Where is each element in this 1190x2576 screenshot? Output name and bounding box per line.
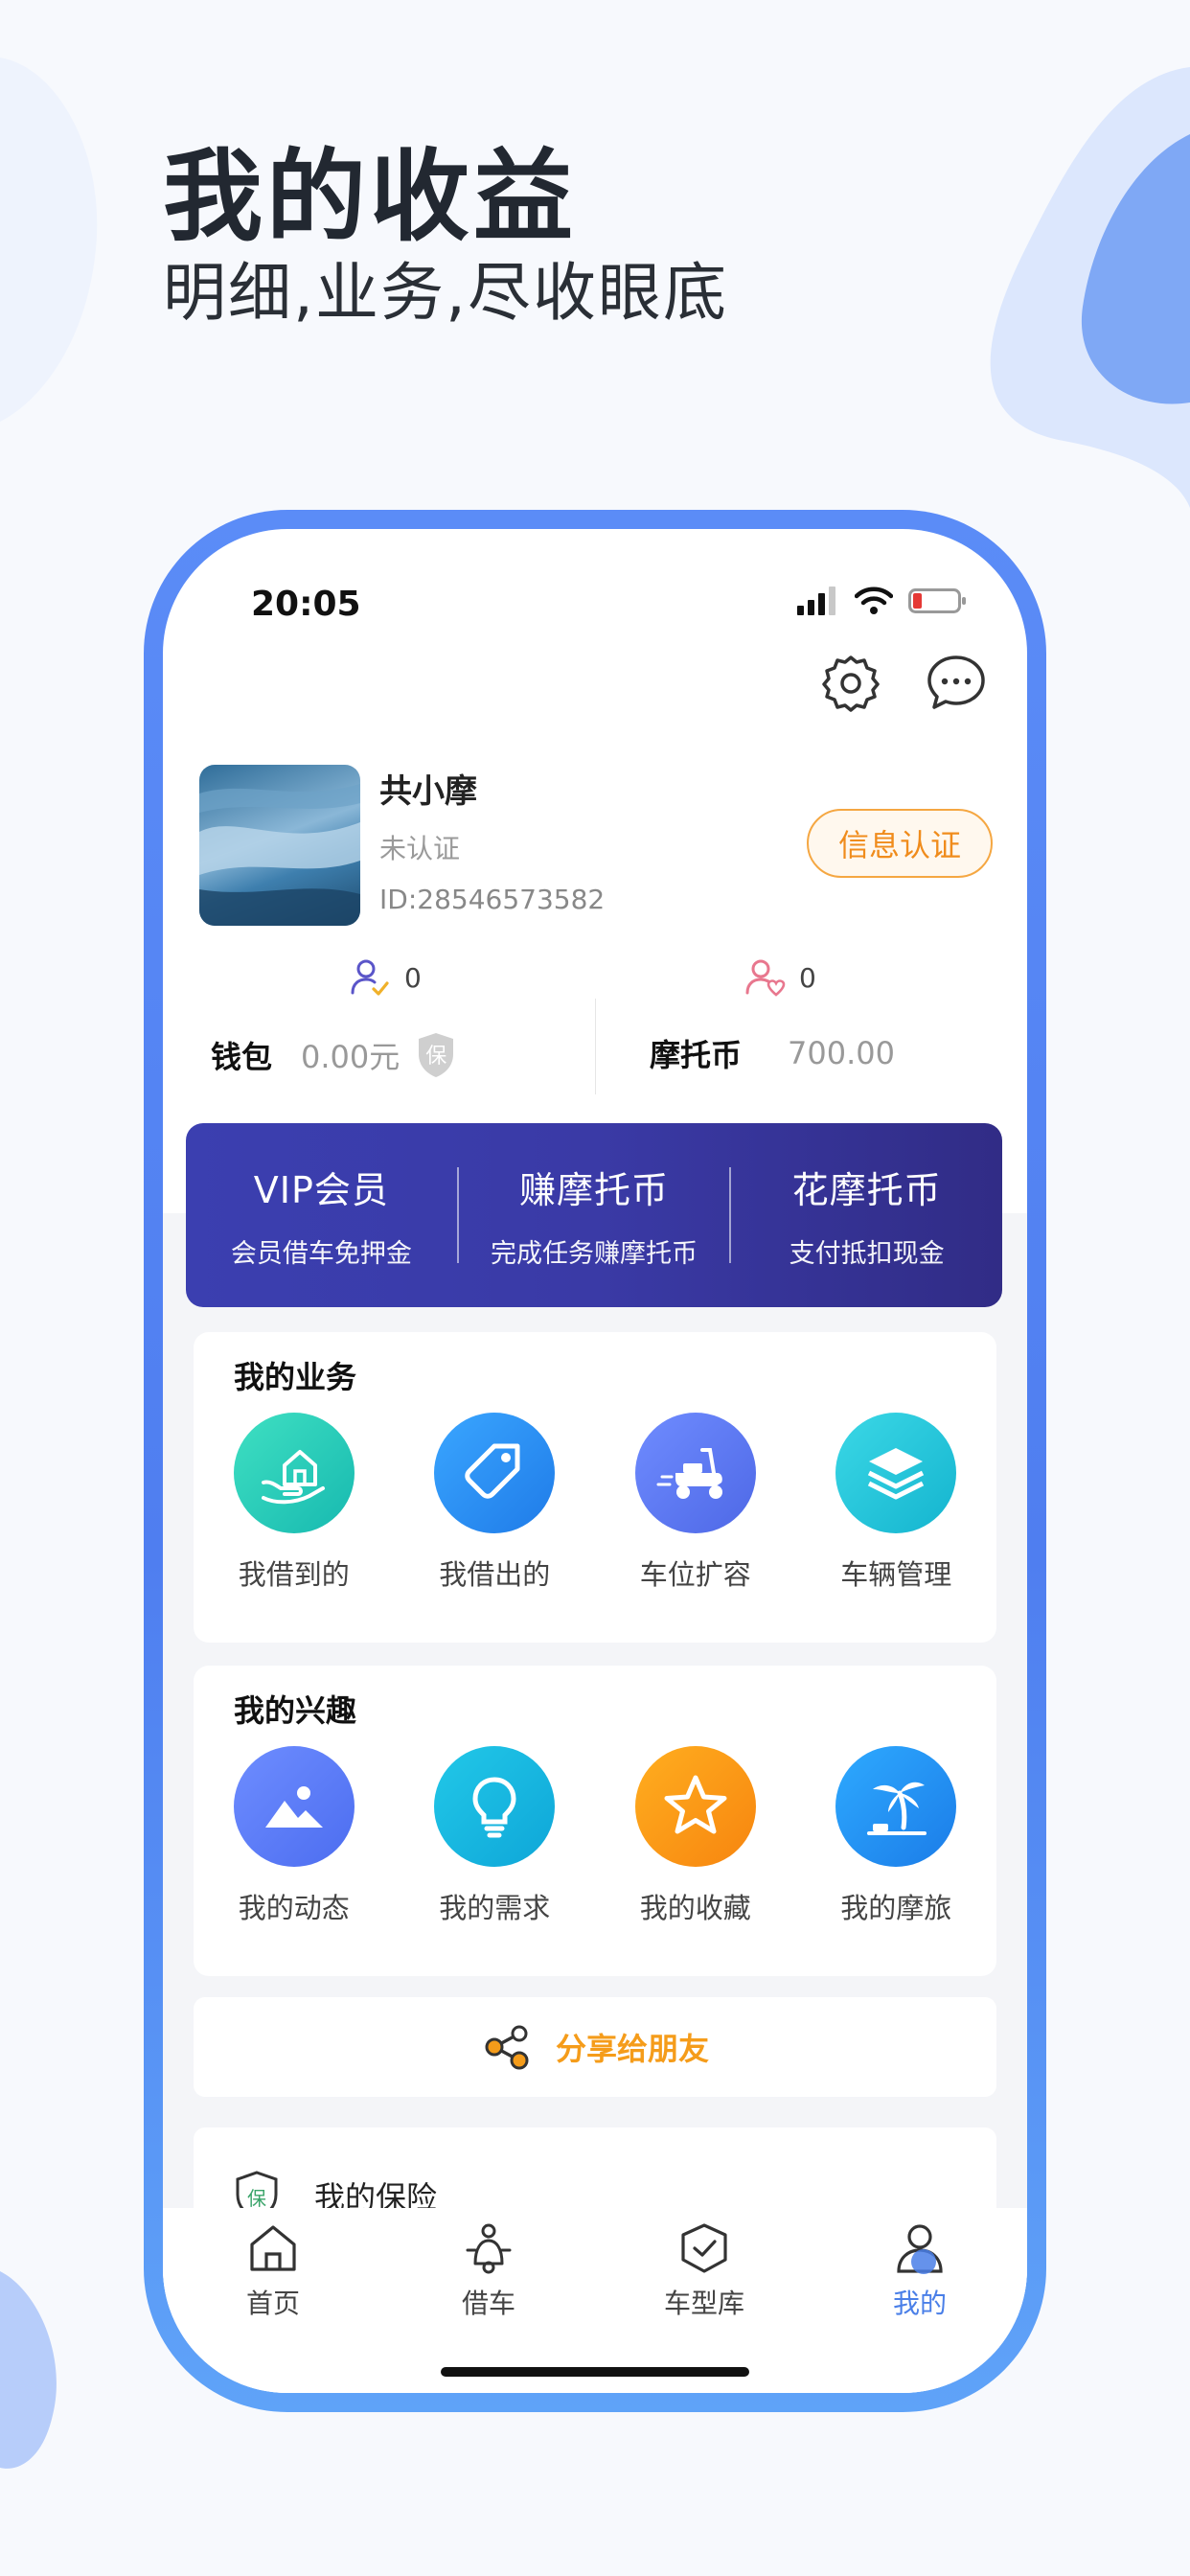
decor-blob-bottom-left bbox=[0, 2271, 57, 2469]
my-needs-item[interactable]: 我的需求 bbox=[395, 1746, 596, 1926]
image-icon bbox=[233, 1746, 355, 1867]
borrowed-label: 我借到的 bbox=[238, 1558, 350, 1591]
home-indicator bbox=[441, 2367, 749, 2377]
lent-out-item[interactable]: 我借出的 bbox=[395, 1413, 596, 1593]
business-card: 我的业务 我借到的 我借出的 车位扩容 车辆管理 bbox=[194, 1332, 996, 1643]
tab-mine[interactable]: 我的 bbox=[862, 2221, 977, 2321]
user-name: 共小摩 bbox=[379, 772, 477, 811]
user-check-icon bbox=[351, 959, 389, 996]
interests-grid: 我的动态 我的需求 我的收藏 我的摩旅 bbox=[194, 1746, 996, 1926]
borrowed-item[interactable]: 我借到的 bbox=[194, 1413, 395, 1593]
scooter-icon bbox=[634, 1413, 756, 1533]
interests-card: 我的兴趣 我的动态 我的需求 我的收藏 我的摩旅 bbox=[194, 1666, 996, 1976]
vip-title: VIP会员 bbox=[253, 1169, 389, 1211]
vip-subtitle: 会员借车免押金 bbox=[230, 1239, 412, 1269]
decor-blob-top-left bbox=[0, 58, 98, 422]
signal-icon bbox=[797, 586, 835, 615]
share-icon bbox=[485, 2025, 529, 2070]
settings-icon[interactable] bbox=[820, 652, 881, 713]
my-favorites-item[interactable]: 我的收藏 bbox=[595, 1746, 796, 1926]
box-check-icon bbox=[681, 2223, 727, 2273]
battery-icon bbox=[908, 588, 966, 613]
spend-coins-title: 花摩托币 bbox=[791, 1169, 942, 1211]
my-needs-label: 我的需求 bbox=[439, 1892, 551, 1924]
earn-coins-subtitle: 完成任务赚摩托币 bbox=[491, 1239, 698, 1269]
share-to-friends-button[interactable]: 分享给朋友 bbox=[194, 1997, 996, 2097]
parking-expansion-label: 车位扩容 bbox=[639, 1558, 751, 1591]
spend-coins-subtitle: 支付抵扣现金 bbox=[789, 1239, 945, 1269]
scooter-rider-icon bbox=[466, 2223, 512, 2274]
star-icon bbox=[634, 1746, 756, 1867]
message-icon[interactable] bbox=[926, 652, 987, 713]
business-title: 我的业务 bbox=[234, 1359, 357, 1395]
status-time: 20:05 bbox=[251, 585, 361, 624]
wallet-badge: 保 bbox=[425, 1045, 447, 1069]
my-posts-item[interactable]: 我的动态 bbox=[194, 1746, 395, 1926]
bottom-tab-bar: 首页 借车 车型库 我的 bbox=[163, 2208, 1027, 2393]
palm-tree-icon bbox=[835, 1746, 957, 1867]
layers-icon bbox=[835, 1413, 957, 1533]
earn-coins-entry[interactable]: 赚摩托币 完成任务赚摩托币 bbox=[459, 1161, 730, 1270]
coin-value: 700.00 bbox=[788, 1035, 895, 1071]
home-icon bbox=[250, 2225, 296, 2271]
wallet-label: 钱包 bbox=[211, 1039, 273, 1075]
user-heart-icon bbox=[745, 959, 786, 997]
my-moto-travel-label: 我的摩旅 bbox=[840, 1892, 952, 1924]
phone-frame: 20:05 共小摩 未认证 ID:28546573582 信息认证 0 0 钱包… bbox=[144, 510, 1046, 2412]
wallet-divider bbox=[595, 999, 596, 1094]
verification-status: 未认证 bbox=[379, 833, 461, 864]
share-label: 分享给朋友 bbox=[555, 2031, 709, 2067]
coin-label: 摩托币 bbox=[650, 1037, 743, 1073]
wifi-icon bbox=[855, 586, 893, 614]
tab-home[interactable]: 首页 bbox=[216, 2221, 331, 2321]
app-screen: 20:05 共小摩 未认证 ID:28546573582 信息认证 0 0 钱包… bbox=[163, 529, 1027, 2393]
promo-title: 我的收益 bbox=[163, 138, 578, 255]
decor-blob-top-right bbox=[990, 67, 1190, 508]
my-posts-label: 我的动态 bbox=[238, 1892, 350, 1924]
tab-mine-label: 我的 bbox=[892, 2288, 947, 2319]
promo-subtitle: 明细,业务,尽收眼底 bbox=[163, 256, 728, 330]
user-id: ID:28546573582 bbox=[379, 884, 606, 915]
wallet-entry[interactable]: 钱包 0.00元 保 bbox=[211, 1031, 457, 1079]
info-certification-button[interactable]: 信息认证 bbox=[807, 809, 993, 878]
lent-out-label: 我借出的 bbox=[439, 1558, 551, 1591]
tab-rent-label: 借车 bbox=[461, 2288, 515, 2319]
avatar-image bbox=[199, 784, 360, 926]
parking-expansion-item[interactable]: 车位扩容 bbox=[595, 1413, 796, 1593]
tab-model-library[interactable]: 车型库 bbox=[647, 2221, 762, 2321]
profile-icon bbox=[897, 2224, 943, 2274]
spend-coins-entry[interactable]: 花摩托币 支付抵扣现金 bbox=[731, 1161, 1002, 1270]
vehicle-management-item[interactable]: 车辆管理 bbox=[796, 1413, 997, 1593]
coin-entry[interactable]: 摩托币 700.00 bbox=[650, 1031, 895, 1075]
insurance-shield-icon: 保 bbox=[415, 1031, 457, 1079]
status-icons bbox=[797, 586, 968, 615]
following-count: 0 bbox=[404, 961, 422, 994]
following-stat[interactable]: 0 bbox=[349, 956, 422, 999]
avatar[interactable] bbox=[199, 765, 360, 926]
business-grid: 我借到的 我借出的 车位扩容 车辆管理 bbox=[194, 1413, 996, 1593]
tag-icon bbox=[434, 1413, 556, 1533]
vip-banner: VIP会员 会员借车免押金 赚摩托币 完成任务赚摩托币 花摩托币 支付抵扣现金 bbox=[186, 1123, 1002, 1307]
wallet-value: 0.00元 bbox=[301, 1039, 400, 1075]
vip-membership-entry[interactable]: VIP会员 会员借车免押金 bbox=[186, 1161, 457, 1270]
earn-coins-title: 赚摩托币 bbox=[519, 1169, 670, 1211]
followers-stat[interactable]: 0 bbox=[744, 956, 816, 999]
lightbulb-icon bbox=[434, 1746, 556, 1867]
insurance-badge: 保 bbox=[247, 2187, 266, 2210]
tab-home-label: 首页 bbox=[245, 2288, 300, 2319]
tab-model-library-label: 车型库 bbox=[663, 2288, 744, 2319]
followers-count: 0 bbox=[799, 961, 816, 994]
tab-rent[interactable]: 借车 bbox=[431, 2221, 546, 2321]
vehicle-management-label: 车辆管理 bbox=[840, 1558, 952, 1591]
hand-house-icon bbox=[233, 1413, 355, 1533]
my-moto-travel-item[interactable]: 我的摩旅 bbox=[796, 1746, 997, 1926]
interests-title: 我的兴趣 bbox=[234, 1692, 357, 1729]
my-favorites-label: 我的收藏 bbox=[639, 1892, 751, 1924]
